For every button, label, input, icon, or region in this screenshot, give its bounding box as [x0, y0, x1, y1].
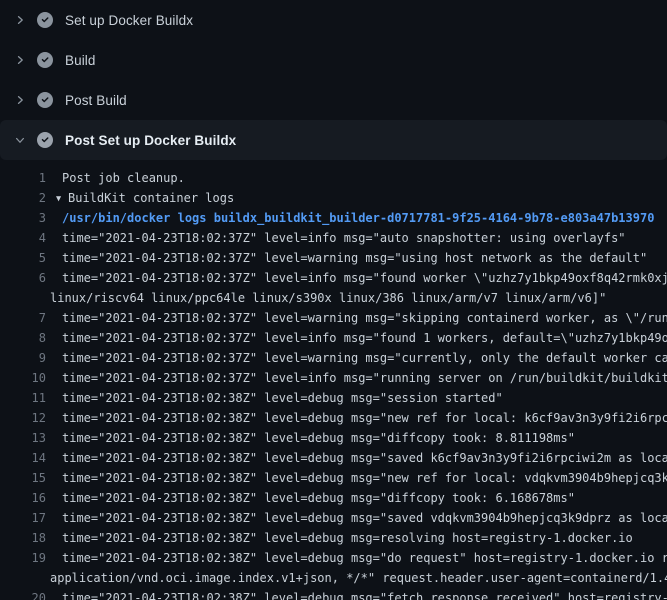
log-text: time="2021-04-23T18:02:37Z" level=info m… [46, 268, 667, 288]
line-number[interactable]: 1 [0, 168, 46, 188]
log-row: 4time="2021-04-23T18:02:37Z" level=info … [0, 228, 667, 248]
log-group-toggle[interactable]: ▼BuildKit container logs [46, 188, 234, 208]
log-row: 12time="2021-04-23T18:02:38Z" level=debu… [0, 408, 667, 428]
chevron-right-icon [12, 52, 28, 68]
log-row: 6time="2021-04-23T18:02:37Z" level=info … [0, 268, 667, 288]
chevron-down-icon [12, 132, 28, 148]
line-number [0, 288, 46, 308]
line-number[interactable]: 10 [0, 368, 46, 388]
log-text: time="2021-04-23T18:02:37Z" level=warnin… [46, 308, 667, 328]
log-text: time="2021-04-23T18:02:38Z" level=debug … [46, 448, 667, 468]
log-group-row: 2▼BuildKit container logs [0, 188, 667, 208]
log-text: linux/riscv64 linux/ppc64le linux/s390x … [46, 288, 606, 308]
log-text: time="2021-04-23T18:02:38Z" level=debug … [46, 388, 503, 408]
log-row: 16time="2021-04-23T18:02:38Z" level=debu… [0, 488, 667, 508]
log-row: 1Post job cleanup. [0, 168, 667, 188]
line-number[interactable]: 19 [0, 548, 46, 568]
line-number[interactable]: 17 [0, 508, 46, 528]
log-text: Post job cleanup. [46, 168, 185, 188]
step-row-post-build[interactable]: Post Build [0, 80, 667, 120]
line-number[interactable]: 3 [0, 208, 46, 228]
log-row: 15time="2021-04-23T18:02:38Z" level=debu… [0, 468, 667, 488]
check-circle-icon [37, 92, 53, 108]
log-text: time="2021-04-23T18:02:38Z" level=debug … [46, 588, 667, 600]
line-number[interactable]: 2 [0, 188, 46, 208]
log-row: 14time="2021-04-23T18:02:38Z" level=debu… [0, 448, 667, 468]
log-command-text: /usr/bin/docker logs buildx_buildkit_bui… [46, 208, 654, 228]
line-number[interactable]: 16 [0, 488, 46, 508]
log-text: time="2021-04-23T18:02:37Z" level=info m… [46, 228, 626, 248]
line-number[interactable]: 8 [0, 328, 46, 348]
log-text: time="2021-04-23T18:02:38Z" level=debug … [46, 488, 575, 508]
line-number[interactable]: 18 [0, 528, 46, 548]
check-circle-icon [37, 12, 53, 28]
log-row: 10time="2021-04-23T18:02:37Z" level=info… [0, 368, 667, 388]
check-circle-icon [37, 52, 53, 68]
log-text: time="2021-04-23T18:02:37Z" level=warnin… [46, 248, 647, 268]
log-row: 17time="2021-04-23T18:02:38Z" level=debu… [0, 508, 667, 528]
log-text: time="2021-04-23T18:02:37Z" level=warnin… [46, 348, 667, 368]
line-number[interactable]: 11 [0, 388, 46, 408]
line-number [0, 568, 46, 588]
collapse-triangle-icon[interactable]: ▼ [56, 189, 68, 208]
line-number[interactable]: 15 [0, 468, 46, 488]
log-text: time="2021-04-23T18:02:38Z" level=debug … [46, 548, 667, 568]
steps-list: Set up Docker Buildx Build Post Build [0, 0, 667, 160]
chevron-right-icon [12, 12, 28, 28]
log-text: time="2021-04-23T18:02:38Z" level=debug … [46, 408, 667, 428]
line-number[interactable]: 9 [0, 348, 46, 368]
step-label: Build [65, 53, 96, 68]
line-number[interactable]: 6 [0, 268, 46, 288]
line-number[interactable]: 14 [0, 448, 46, 468]
log-row: 3/usr/bin/docker logs buildx_buildkit_bu… [0, 208, 667, 228]
line-number[interactable]: 13 [0, 428, 46, 448]
step-label: Post Build [65, 93, 127, 108]
log-text: time="2021-04-23T18:02:37Z" level=info m… [46, 368, 667, 388]
log-row: 9time="2021-04-23T18:02:37Z" level=warni… [0, 348, 667, 368]
step-label: Post Set up Docker Buildx [65, 133, 236, 148]
log-text: time="2021-04-23T18:02:37Z" level=info m… [46, 328, 667, 348]
log-row: 8time="2021-04-23T18:02:37Z" level=info … [0, 328, 667, 348]
step-label: Set up Docker Buildx [65, 13, 193, 28]
line-number[interactable]: 4 [0, 228, 46, 248]
step-row-set-up-docker-buildx[interactable]: Set up Docker Buildx [0, 0, 667, 40]
log-row: 5time="2021-04-23T18:02:37Z" level=warni… [0, 248, 667, 268]
log-text: application/vnd.oci.image.index.v1+json,… [46, 568, 667, 588]
log-row: 13time="2021-04-23T18:02:38Z" level=debu… [0, 428, 667, 448]
log-row: 18time="2021-04-23T18:02:38Z" level=debu… [0, 528, 667, 548]
line-number[interactable]: 20 [0, 588, 46, 600]
step-row-post-set-up-docker-buildx[interactable]: Post Set up Docker Buildx [0, 120, 667, 160]
step-row-build[interactable]: Build [0, 40, 667, 80]
actions-log-viewer: Set up Docker Buildx Build Post Build [0, 0, 667, 600]
log-text: time="2021-04-23T18:02:38Z" level=debug … [46, 428, 575, 448]
log-text: time="2021-04-23T18:02:38Z" level=debug … [46, 468, 667, 488]
log-group-title: BuildKit container logs [68, 191, 234, 205]
line-number[interactable]: 5 [0, 248, 46, 268]
log-row: application/vnd.oci.image.index.v1+json,… [0, 568, 667, 588]
line-number[interactable]: 7 [0, 308, 46, 328]
chevron-right-icon [12, 92, 28, 108]
log-row: 19time="2021-04-23T18:02:38Z" level=debu… [0, 548, 667, 568]
check-circle-icon [37, 132, 53, 148]
log-row: 20time="2021-04-23T18:02:38Z" level=debu… [0, 588, 667, 600]
log-row: linux/riscv64 linux/ppc64le linux/s390x … [0, 288, 667, 308]
line-number[interactable]: 12 [0, 408, 46, 428]
log-row: 7time="2021-04-23T18:02:37Z" level=warni… [0, 308, 667, 328]
log-row: 11time="2021-04-23T18:02:38Z" level=debu… [0, 388, 667, 408]
log-text: time="2021-04-23T18:02:38Z" level=debug … [46, 528, 633, 548]
log-lines: 1Post job cleanup.2▼BuildKit container l… [0, 160, 667, 600]
log-text: time="2021-04-23T18:02:38Z" level=debug … [46, 508, 667, 528]
